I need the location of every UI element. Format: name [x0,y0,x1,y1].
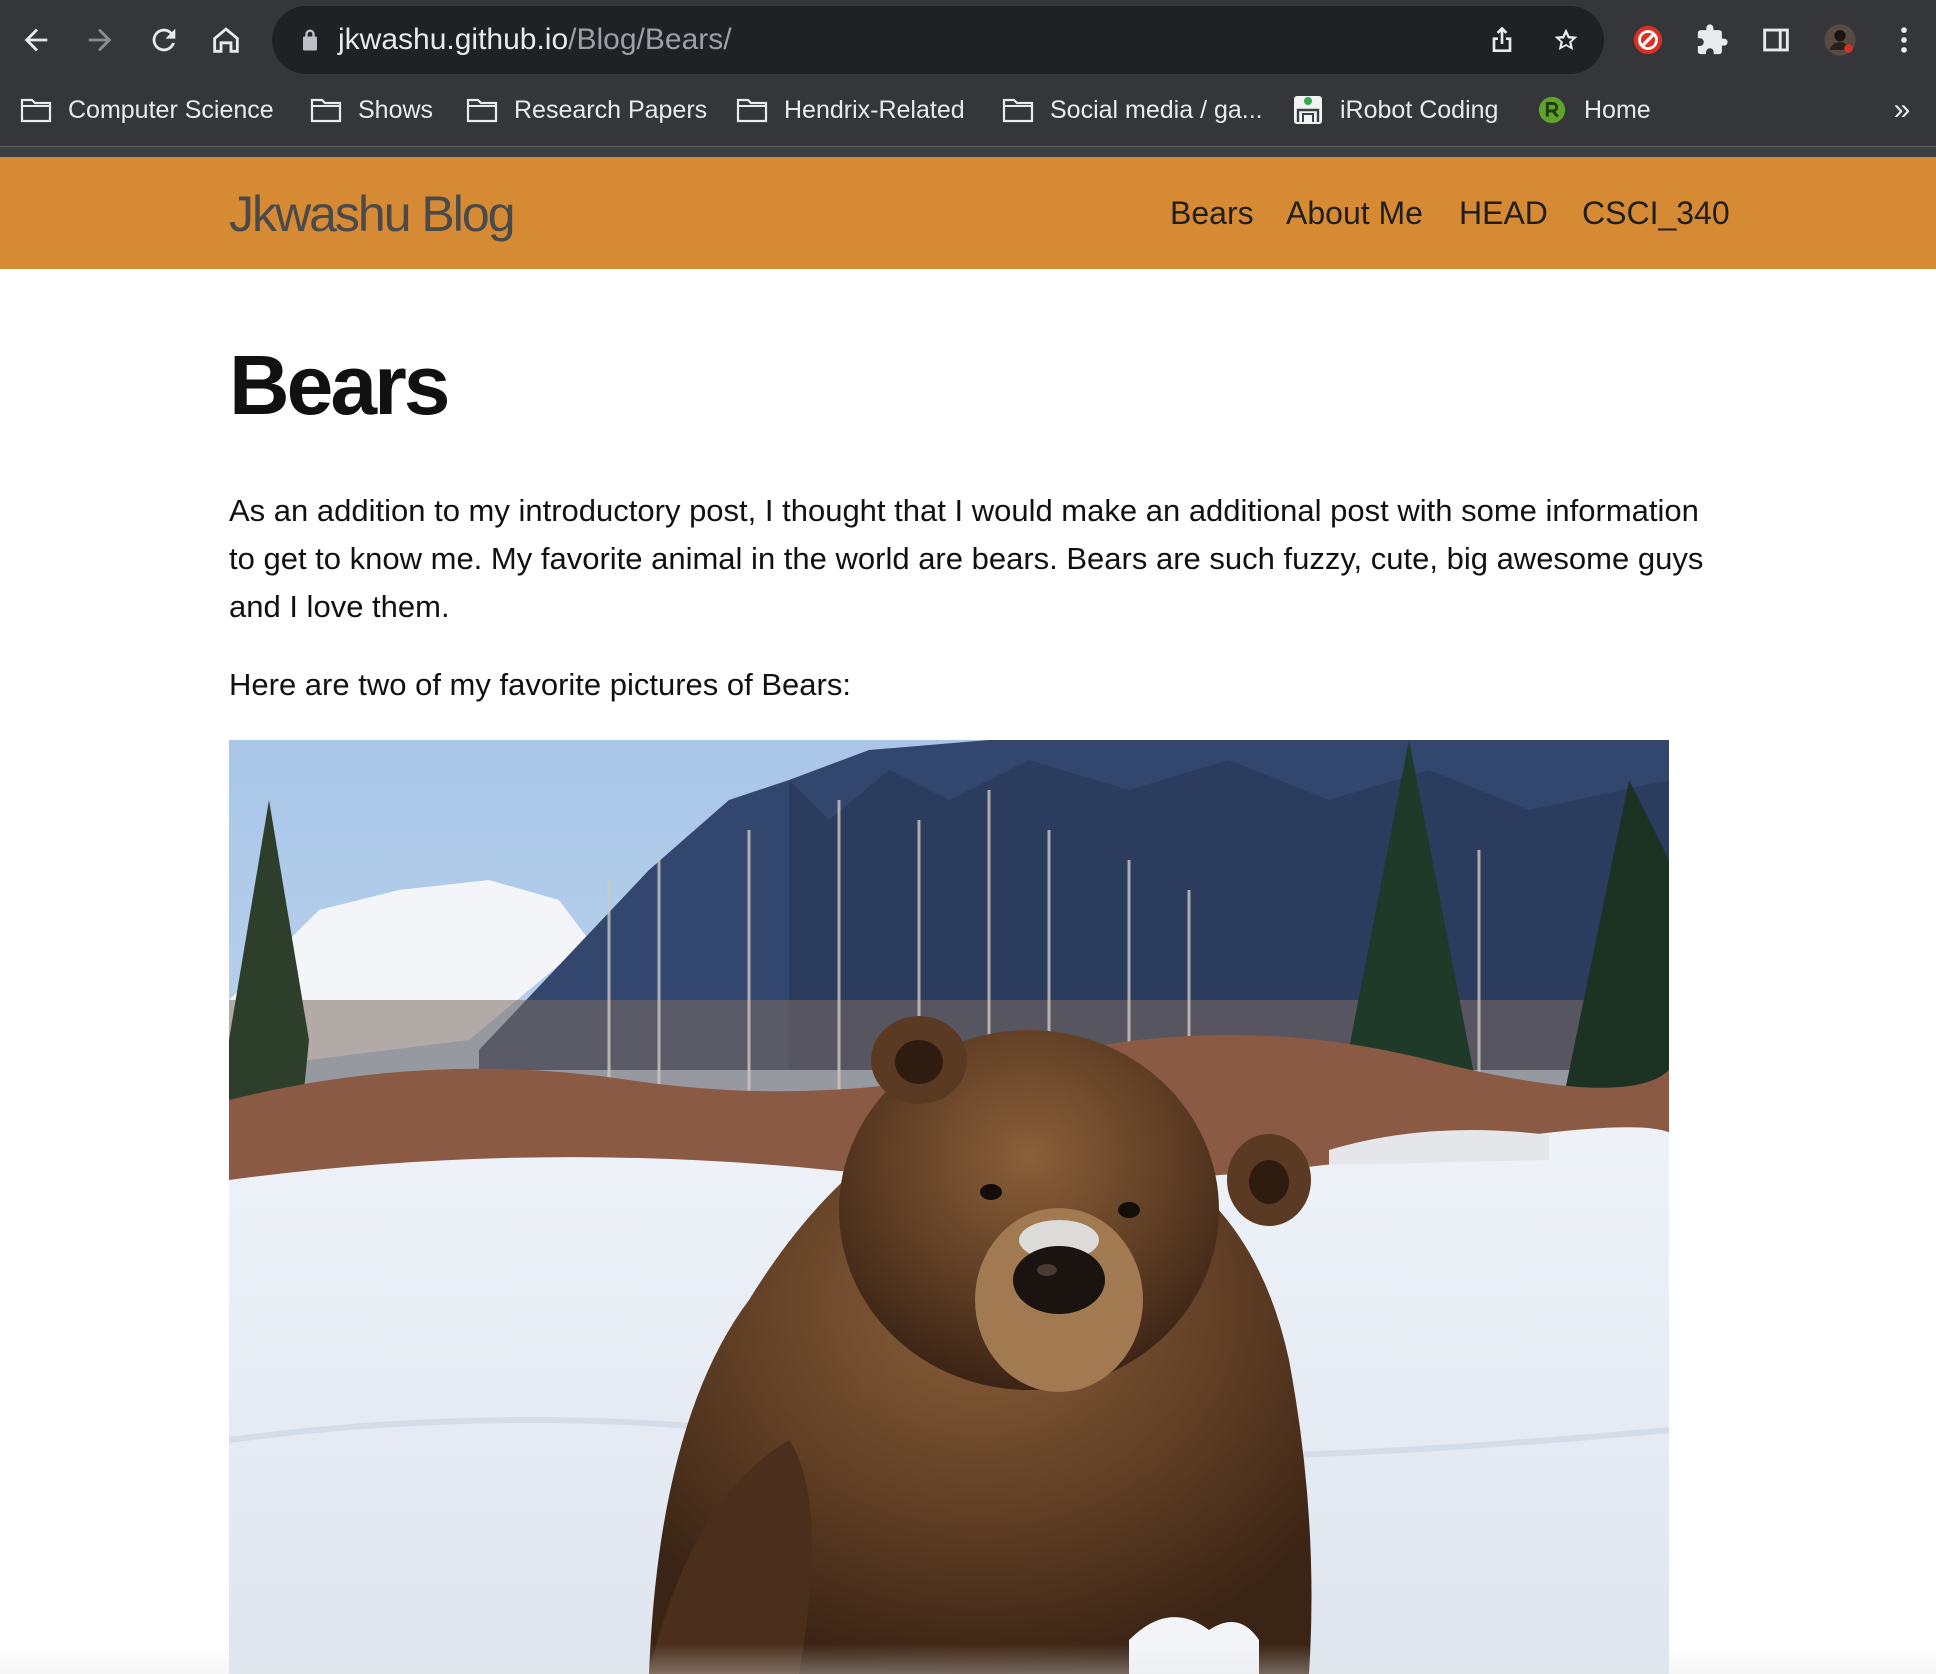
kebab-menu-icon [1901,27,1907,53]
browser-chrome: jkwashu.github.io/Blog/Bears/ Computer S… [0,0,1936,157]
back-button[interactable] [10,14,62,66]
reload-icon [152,28,176,52]
bookmark-social-media[interactable]: Social media / ga... [1002,84,1263,136]
bookmark-computer-science[interactable]: Computer Science [20,84,274,136]
browser-toolbar: jkwashu.github.io/Blog/Bears/ [0,0,1936,80]
extensions-button[interactable] [1686,14,1738,66]
bear-photo-illustration [229,740,1669,1674]
bookmark-irobot-coding[interactable]: iRobot Coding [1292,84,1498,136]
bear-photo [229,740,1669,1674]
bookmark-label: iRobot Coding [1340,95,1499,124]
bookmark-label: Computer Science [68,95,274,124]
share-button[interactable] [1482,20,1522,60]
avatar [1824,24,1856,56]
bookmarks-bar: Computer Science Shows Research Papers H… [0,84,1936,136]
site-brand-link[interactable]: Jkwashu Blog [229,185,515,243]
reload-button[interactable] [138,14,190,66]
bookmarks-overflow-button[interactable]: » [1882,84,1922,136]
site-header: Jkwashu Blog Bears About Me HEAD CSCI_34… [0,157,1936,269]
folder-icon [1002,98,1034,123]
nav-about-me[interactable]: About Me [1286,193,1423,233]
bookmark-label: Hendrix-Related [784,95,965,124]
chrome-divider [0,146,1936,157]
home-button[interactable] [200,14,252,66]
post-paragraph-intro: As an addition to my introductory post, … [229,493,1704,624]
nav-csci-340[interactable]: CSCI_340 [1582,193,1730,233]
bookmark-research-papers[interactable]: Research Papers [466,84,707,136]
forward-button[interactable] [74,14,126,66]
folder-icon [310,98,342,123]
bookmark-label: Research Papers [514,95,708,124]
green-favicon-icon [1538,96,1566,124]
folder-icon [20,98,52,123]
bookmark-label: Home [1584,95,1651,124]
address-bar[interactable]: jkwashu.github.io/Blog/Bears/ [272,6,1604,74]
puzzle-icon [1697,24,1728,55]
arrow-right-icon [88,28,112,52]
bookmark-home[interactable]: Home [1536,84,1651,136]
irobot-favicon-icon [1294,96,1322,124]
red-extension-button[interactable] [1622,14,1674,66]
folder-icon [466,98,498,123]
side-panel-icon [1763,28,1789,52]
folder-icon [736,98,768,123]
post-paragraph-pictures: Here are two of my favorite pictures of … [229,667,851,702]
star-icon [1554,28,1578,50]
bookmark-hendrix-related[interactable]: Hendrix-Related [736,84,965,136]
home-icon [213,27,239,53]
bookmark-label: Social media / ga... [1050,95,1263,124]
lock-icon [303,29,317,51]
url-text[interactable]: jkwashu.github.io/Blog/Bears/ [338,22,732,58]
share-icon [1492,26,1512,52]
nav-bears[interactable]: Bears [1170,193,1254,233]
bookmark-label: Shows [358,95,434,124]
side-panel-button[interactable] [1750,14,1802,66]
url-path: /Blog/Bears/ [568,23,732,56]
extension-red-icon [1633,25,1663,55]
nav-head[interactable]: HEAD [1459,193,1548,233]
arrow-left-icon [24,28,48,52]
page-title: Bears [229,338,451,432]
url-host: jkwashu.github.io [338,23,569,56]
profile-button[interactable] [1814,14,1866,66]
bookmark-star-button[interactable] [1546,20,1586,60]
bookmark-shows[interactable]: Shows [310,84,433,136]
browser-menu-button[interactable] [1878,14,1930,66]
